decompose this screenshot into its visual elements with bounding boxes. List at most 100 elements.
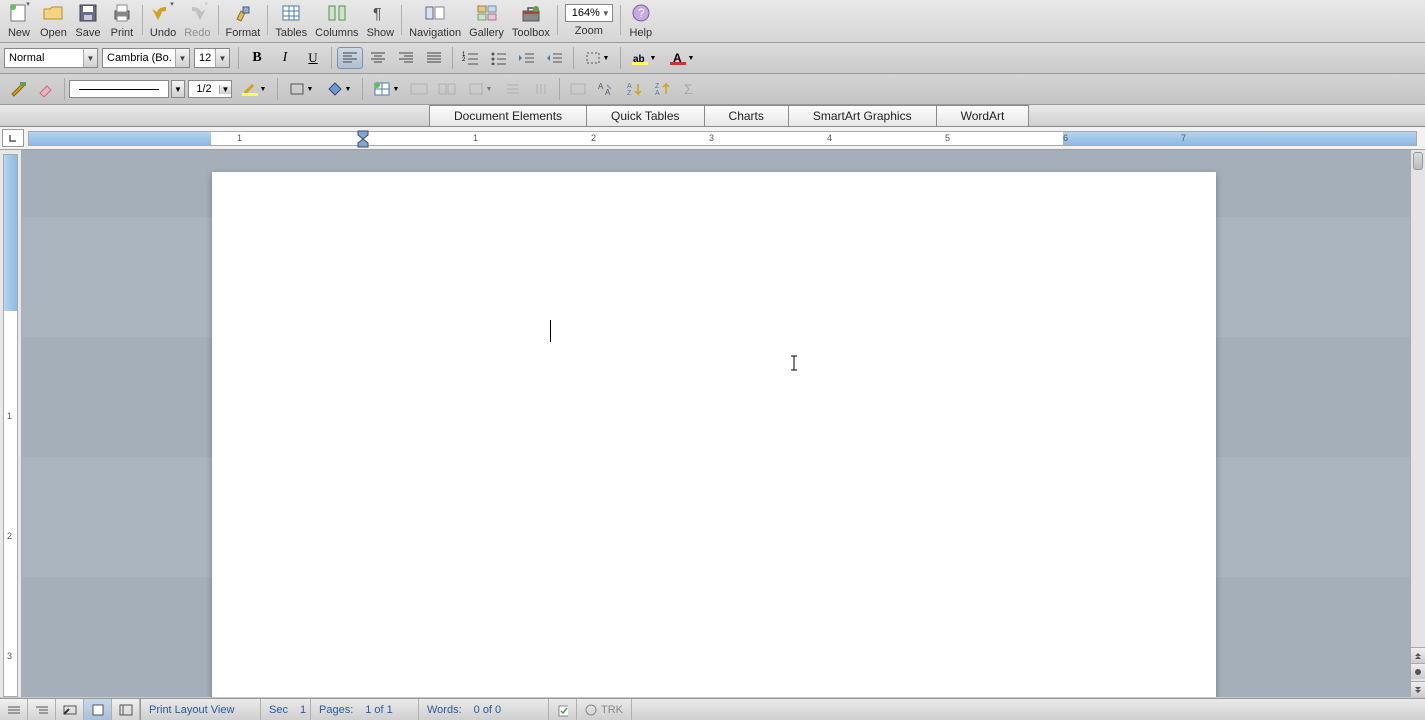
numbered-list-button[interactable]: 12 [458,47,484,69]
font-size-input[interactable] [195,52,215,64]
draw-table-button[interactable] [5,78,31,100]
zoom-control[interactable]: ▼ Zoom [561,0,617,39]
show-button[interactable]: ¶ Show [363,0,399,41]
dropdown-icon[interactable]: ▼ [83,49,97,67]
scroll-thumb[interactable] [1413,152,1423,170]
vertical-scrollbar[interactable] [1410,150,1425,697]
svg-text:A: A [627,83,632,90]
dropdown-icon[interactable]: ▼ [602,9,610,18]
highlight-button[interactable]: ab▼ [626,47,662,69]
border-color-button[interactable]: ▼ [236,78,272,100]
redo-button[interactable]: ▾ Redo [180,0,214,41]
navigation-icon [424,2,446,24]
change-direction-button[interactable]: AA [593,78,619,100]
status-bar: Print Layout View Sec 1 Pages: 1 of 1 Wo… [0,698,1425,720]
bold-button[interactable]: B [244,47,270,69]
prev-page-button[interactable] [1411,647,1425,663]
autosum-button[interactable]: Σ [677,78,703,100]
outline-view-button[interactable] [28,699,56,720]
svg-text:?: ? [638,6,645,20]
track-changes-cell[interactable]: TRK [577,699,632,720]
italic-button[interactable]: I [272,47,298,69]
svg-text:¶: ¶ [373,6,382,22]
distribute-rows-button[interactable] [500,78,526,100]
borders-button[interactable]: ▼ [579,47,615,69]
notebook-view-button[interactable] [112,699,140,720]
font-combo[interactable]: ▼ [102,48,190,68]
font-input[interactable] [103,52,175,64]
border-style-button[interactable]: ▼ [283,78,319,100]
align-center-button[interactable] [365,47,391,69]
line-weight-input[interactable] [189,83,219,95]
tab-smartart[interactable]: SmartArt Graphics [788,105,937,126]
font-color-button[interactable]: A▼ [664,47,700,69]
font-size-combo[interactable]: ▼ [194,48,230,68]
shading-button[interactable]: ▼ [321,78,357,100]
insert-table-button[interactable]: ▼ [368,78,404,100]
toolbox-label: Toolbox [512,27,550,39]
gallery-button[interactable]: Gallery [465,0,508,41]
navigation-button[interactable]: Navigation [405,0,465,41]
eraser-button[interactable] [33,78,59,100]
distribute-cols-button[interactable] [528,78,554,100]
sort-asc-button[interactable]: AZ [621,78,647,100]
document-canvas[interactable] [22,150,1410,697]
save-button[interactable]: Save [71,0,105,41]
decrease-indent-button[interactable] [514,47,540,69]
zoom-combo[interactable]: ▼ [565,4,613,22]
spell-check-cell[interactable] [549,699,577,720]
align-right-button[interactable] [393,47,419,69]
style-input[interactable] [5,52,83,64]
dropdown-icon[interactable]: ▼ [215,49,229,67]
help-button[interactable]: ? Help [624,0,658,41]
tab-charts[interactable]: Charts [704,105,789,126]
cell-alignment-button[interactable]: ▼ [462,78,498,100]
format-button[interactable]: Format [222,0,265,41]
draft-view-button[interactable] [0,699,28,720]
view-label: Print Layout View [149,704,234,716]
next-page-button[interactable] [1411,681,1425,697]
open-button[interactable]: Open [36,0,71,41]
split-cells-button[interactable] [434,78,460,100]
new-button[interactable]: ▾ New [2,0,36,41]
increase-indent-button[interactable] [542,47,568,69]
tab-quick-tables[interactable]: Quick Tables [586,105,704,126]
style-combo[interactable]: ▼ [4,48,98,68]
indent-marker[interactable] [357,130,369,148]
tab-wordart[interactable]: WordArt [936,105,1030,126]
zoom-input[interactable] [568,7,600,19]
line-style-combo[interactable] [69,80,169,98]
columns-button[interactable]: Columns [311,0,362,41]
merge-cells-button[interactable] [406,78,432,100]
format-label: Format [226,27,261,39]
print-button[interactable]: Print [105,0,139,41]
toolbox-button[interactable]: Toolbox [508,0,554,41]
page[interactable] [212,172,1216,697]
vertical-ruler[interactable]: 1 2 3 [3,154,18,697]
save-icon [77,2,99,24]
line-weight-combo[interactable]: ▼ [188,80,232,98]
tab-document-elements[interactable]: Document Elements [429,105,587,126]
undo-button[interactable]: ▾ Undo [146,0,180,41]
underline-button[interactable]: U [300,47,326,69]
sort-desc-button[interactable]: ZA [649,78,675,100]
tab-selector[interactable] [2,129,24,147]
svg-text:2: 2 [462,57,466,63]
vertical-ruler-column: 1 2 3 [0,150,22,697]
autofit-button[interactable] [565,78,591,100]
dropdown-icon[interactable]: ▼ [171,80,185,98]
align-left-button[interactable] [337,47,363,69]
publishing-view-button[interactable] [56,699,84,720]
print-layout-view-button[interactable] [84,699,112,720]
bullet-list-button[interactable] [486,47,512,69]
separator [277,78,278,100]
browse-object-button[interactable] [1411,663,1425,679]
trk-label: TRK [601,704,623,716]
horizontal-ruler[interactable]: 1 1 2 3 4 5 6 7 [28,131,1417,146]
open-label: Open [40,27,67,39]
align-justify-button[interactable] [421,47,447,69]
dropdown-icon[interactable]: ▼ [175,49,189,67]
tables-button[interactable]: Tables [271,0,311,41]
toolbox-icon [520,2,542,24]
dropdown-icon[interactable]: ▼ [219,85,231,94]
